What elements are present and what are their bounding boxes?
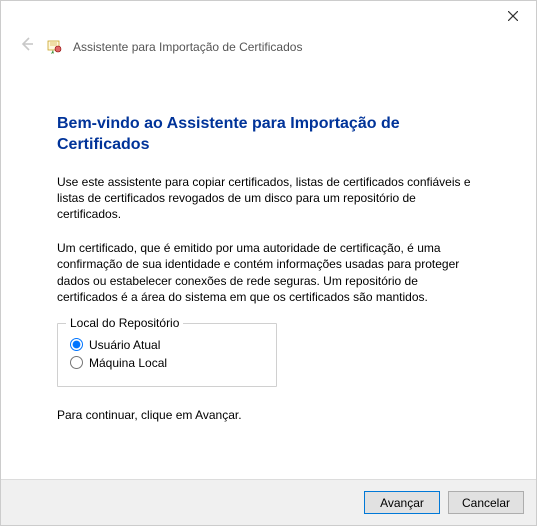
titlebar <box>1 1 536 31</box>
radio-local-machine-label[interactable]: Máquina Local <box>89 356 167 370</box>
radio-local-machine[interactable] <box>70 356 83 369</box>
radio-current-user[interactable] <box>70 338 83 351</box>
groupbox-title: Local do Repositório <box>66 316 183 330</box>
intro-paragraph-2: Um certificado, que é emitido por uma au… <box>57 240 480 305</box>
back-arrow-icon <box>17 35 37 58</box>
radio-row-local-machine[interactable]: Máquina Local <box>70 356 264 370</box>
certificate-icon <box>47 39 63 55</box>
continue-instruction: Para continuar, clique em Avançar. <box>57 407 480 423</box>
header-row: Assistente para Importação de Certificad… <box>1 31 536 68</box>
close-icon[interactable] <box>498 5 528 27</box>
next-button[interactable]: Avançar <box>364 491 440 514</box>
cancel-button[interactable]: Cancelar <box>448 491 524 514</box>
content-area: Bem-vindo ao Assistente para Importação … <box>1 68 536 423</box>
footer: Avançar Cancelar <box>1 479 536 525</box>
page-heading: Bem-vindo ao Assistente para Importação … <box>57 114 480 156</box>
radio-current-user-label[interactable]: Usuário Atual <box>89 338 160 352</box>
store-location-groupbox: Local do Repositório Usuário Atual Máqui… <box>57 323 277 387</box>
wizard-title: Assistente para Importação de Certificad… <box>73 40 302 54</box>
radio-row-current-user[interactable]: Usuário Atual <box>70 338 264 352</box>
intro-paragraph-1: Use este assistente para copiar certific… <box>57 174 480 223</box>
